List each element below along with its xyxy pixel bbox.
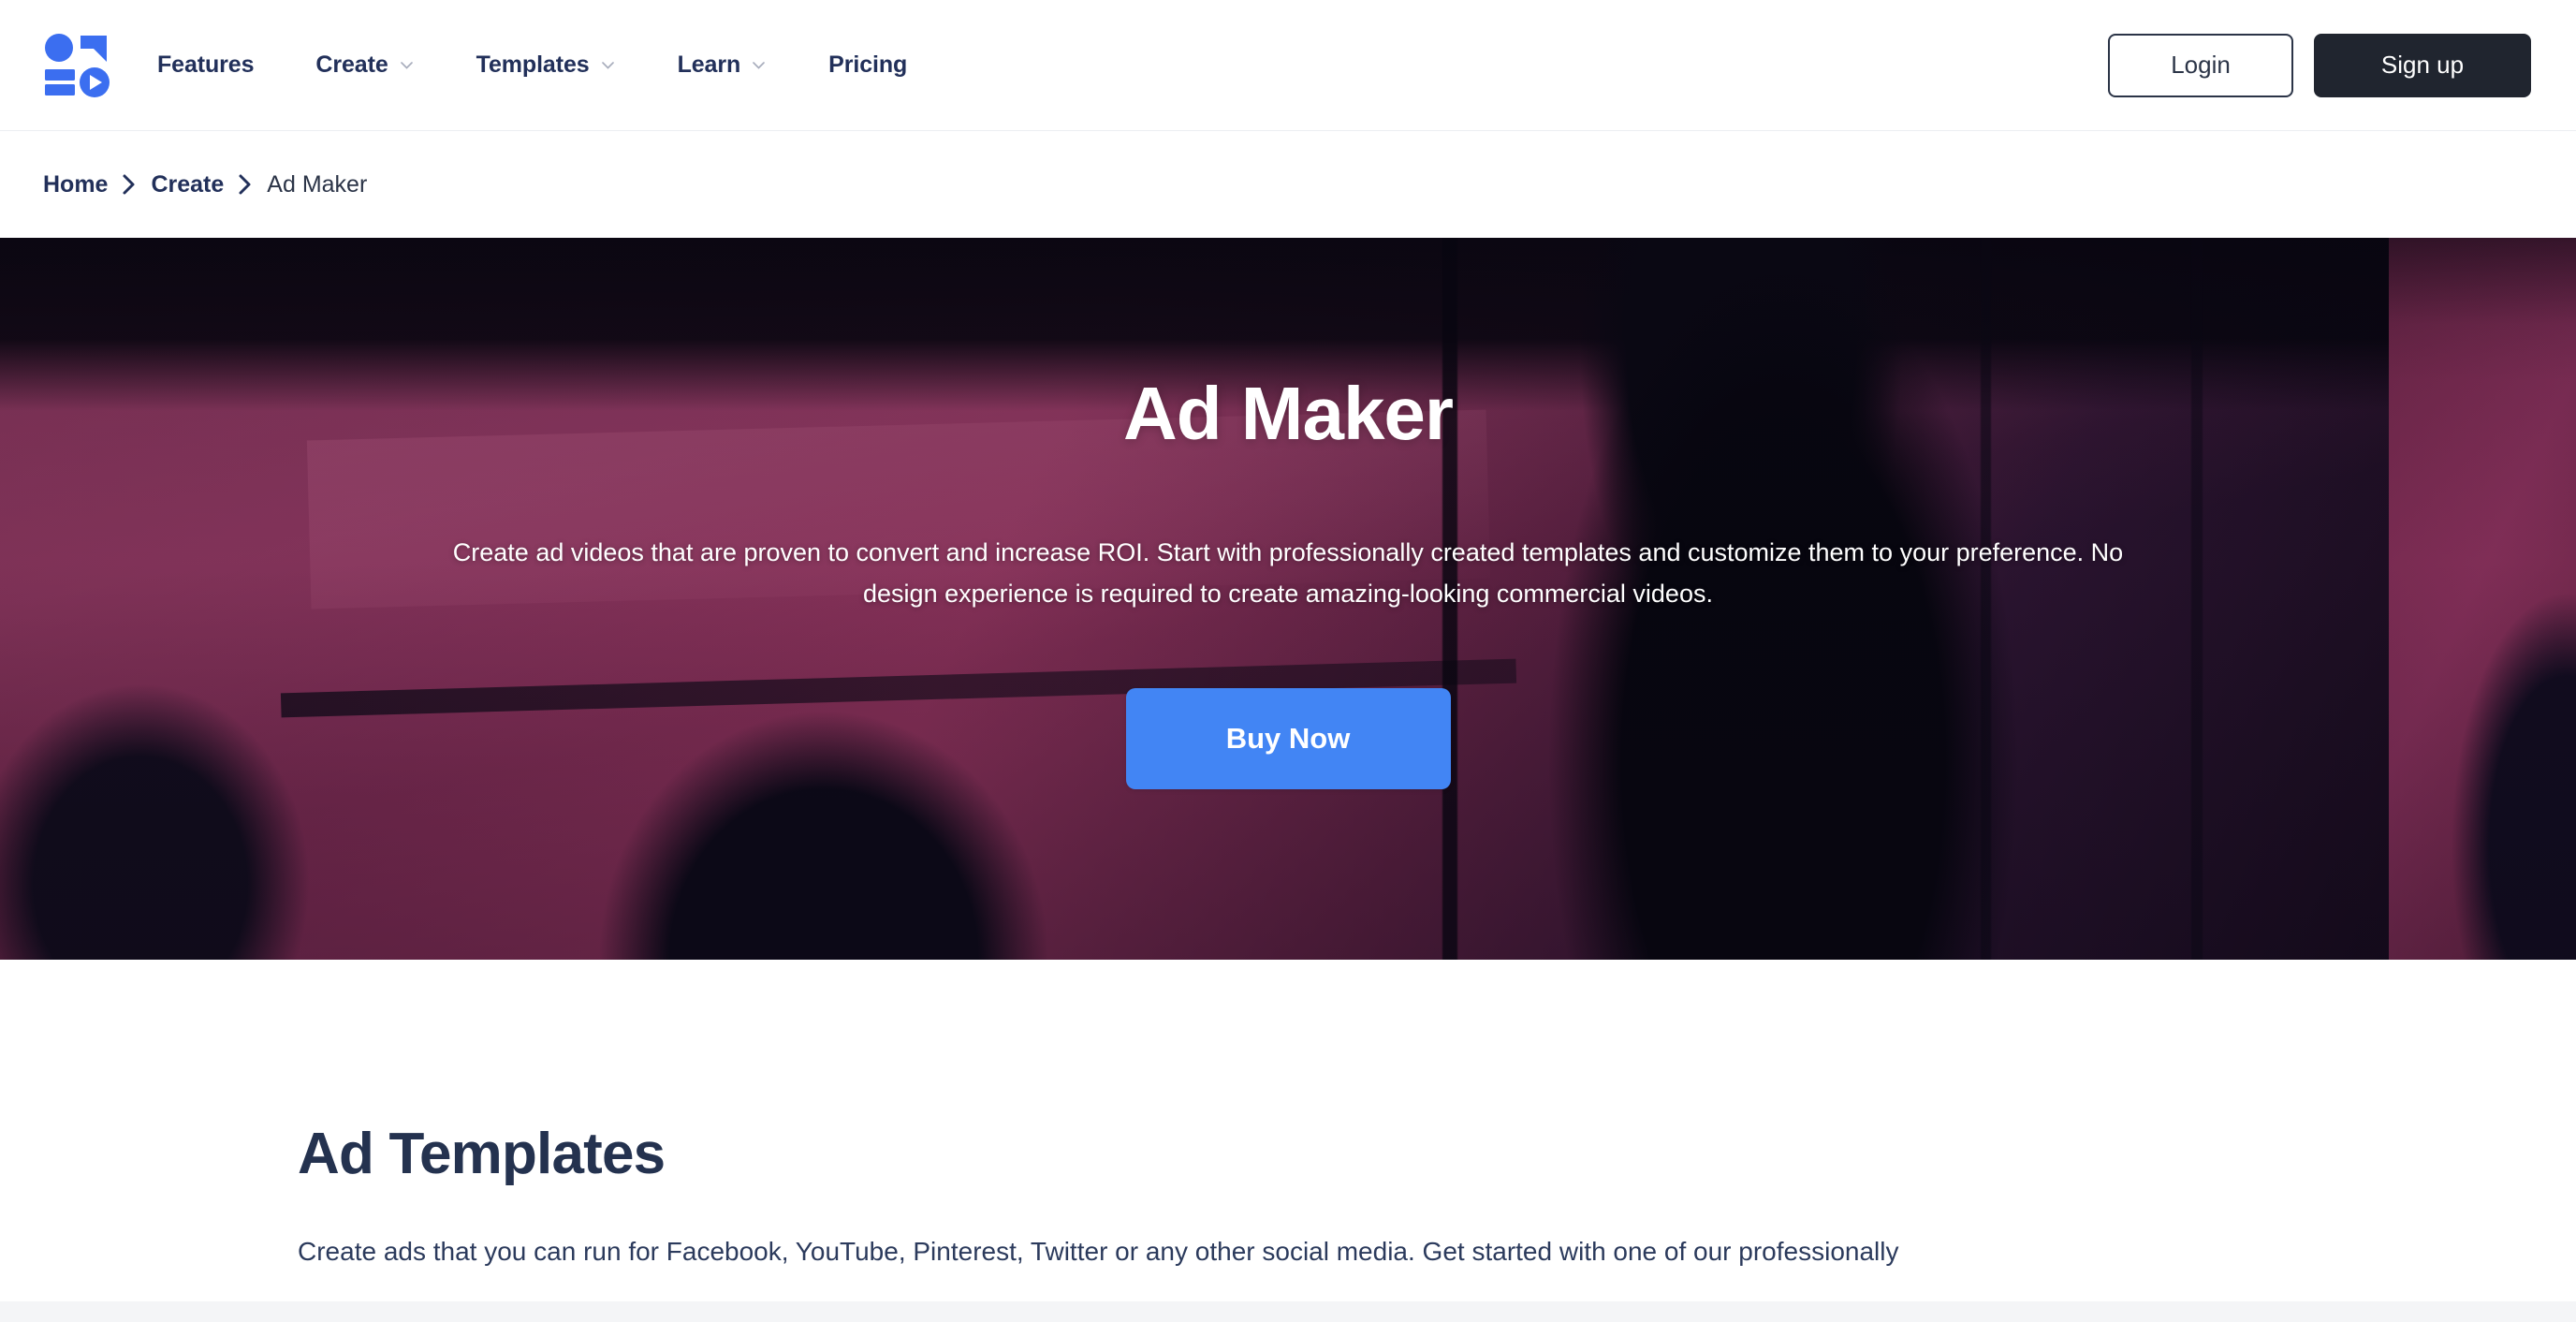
login-button[interactable]: Login [2108, 33, 2293, 97]
page-title: Ad Maker [1122, 372, 1454, 455]
site-header: Features Create Templates Learn Pricing … [0, 0, 2576, 131]
logo-grid-play-icon [45, 33, 110, 97]
nav-label: Learn [677, 51, 741, 78]
section-description: Create ads that you can run for Facebook… [298, 1237, 1899, 1266]
header-actions: Login Sign up [2108, 33, 2531, 97]
breadcrumb-item-current: Ad Maker [267, 170, 368, 198]
brand-logo[interactable] [43, 32, 110, 99]
breadcrumb-item-home[interactable]: Home [43, 171, 108, 198]
chevron-down-icon [399, 57, 415, 73]
nav-item-create[interactable]: Create [285, 51, 445, 79]
nav-item-pricing[interactable]: Pricing [798, 51, 938, 79]
nav-label: Create [315, 51, 388, 78]
next-section-edge [0, 1301, 2576, 1322]
page-root: Features Create Templates Learn Pricing … [0, 0, 2576, 1322]
breadcrumb-item-create[interactable]: Create [151, 171, 224, 198]
section-inner: Ad Templates Create ads that you can run… [113, 960, 2463, 1272]
buy-now-button[interactable]: Buy Now [1125, 688, 1451, 790]
nav-item-learn[interactable]: Learn [647, 51, 798, 79]
chevron-right-icon [108, 171, 151, 198]
nav-label: Templates [476, 51, 590, 78]
nav-item-templates[interactable]: Templates [446, 51, 647, 79]
nav-label: Pricing [828, 51, 908, 78]
nav-label: Features [157, 51, 255, 78]
hero-content: Ad Maker Create ad videos that are prove… [0, 238, 2576, 790]
chevron-down-icon [751, 57, 767, 73]
chevron-right-icon [224, 171, 267, 198]
chevron-down-icon [600, 57, 616, 73]
main-nav: Features Create Templates Learn Pricing [157, 51, 938, 79]
hero-banner: Ad Maker Create ad videos that are prove… [0, 238, 2576, 960]
signup-button[interactable]: Sign up [2314, 33, 2531, 97]
breadcrumb: Home Create Ad Maker [0, 131, 2576, 238]
section-heading: Ad Templates [298, 1122, 666, 1186]
hero-subtitle: Create ad videos that are proven to conv… [452, 538, 2124, 608]
nav-item-features[interactable]: Features [157, 51, 285, 79]
ad-templates-section: Ad Templates Create ads that you can run… [0, 960, 2576, 1273]
